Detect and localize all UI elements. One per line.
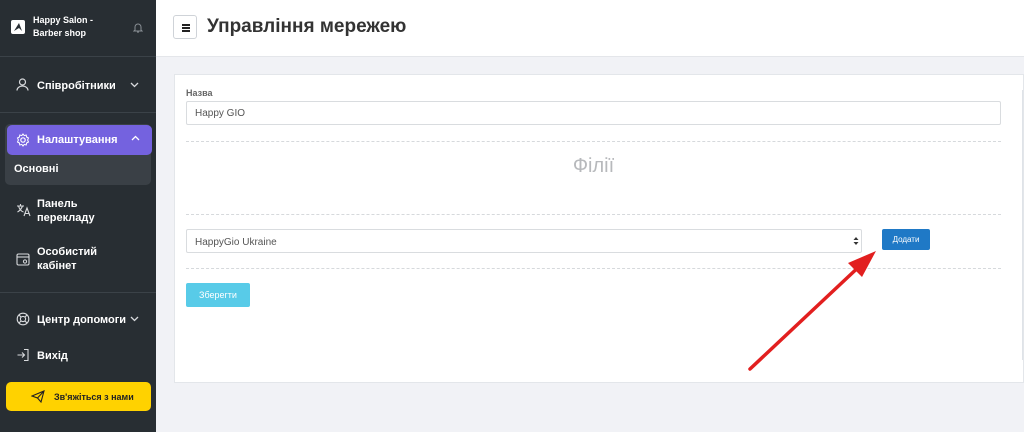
- name-field-label: Назва: [186, 88, 213, 98]
- chevron-down-icon: [130, 316, 139, 322]
- sidebar-item-label: Вихід: [37, 350, 68, 362]
- brand-name: Happy Salon - Barber shop: [33, 15, 94, 38]
- sidebar-item-cabinet[interactable]: Особистий кабінет: [0, 244, 156, 276]
- divider: [0, 112, 156, 113]
- hamburger-icon: [182, 24, 190, 26]
- sidebar-item-help-center[interactable]: Центр допомоги: [0, 311, 156, 329]
- sidebar: Happy Salon - Barber shop Співробітники …: [0, 0, 156, 432]
- translate-icon: [17, 204, 31, 217]
- person-icon: [16, 78, 29, 91]
- name-input[interactable]: [186, 101, 1001, 125]
- chevron-down-icon: [130, 82, 139, 88]
- contact-us-button[interactable]: Зв'яжіться з нами: [6, 382, 151, 411]
- divider: [0, 292, 156, 293]
- settings-group: Налаштування Основні: [5, 124, 152, 185]
- divider: [186, 141, 1001, 142]
- annotation-arrow-icon: [748, 251, 876, 371]
- sidebar-subitem-main[interactable]: Основні: [14, 163, 59, 175]
- top-header: Управління мережею: [156, 0, 1024, 57]
- branch-select-value: HappyGio Ukraine: [195, 237, 277, 248]
- logout-icon: [17, 348, 29, 362]
- sidebar-item-translation[interactable]: Панель перекладу: [0, 195, 156, 227]
- scroll-edge: [1022, 90, 1023, 360]
- chevron-up-icon: [131, 135, 140, 141]
- logo-icon: [11, 20, 25, 34]
- sidebar-item-label: Співробітники: [37, 80, 116, 92]
- gear-icon: [16, 133, 30, 147]
- sidebar-item-label: Панель перекладу: [37, 198, 95, 224]
- select-arrows-icon: [853, 237, 859, 245]
- send-icon: [31, 390, 45, 403]
- branches-heading: Філії: [572, 155, 615, 177]
- sidebar-item-label: Особистий кабінет: [37, 246, 97, 272]
- menu-toggle-button[interactable]: [173, 15, 197, 39]
- hamburger-icon-line: [182, 30, 190, 32]
- sidebar-item-employees[interactable]: Співробітники: [0, 77, 156, 95]
- hamburger-icon-line: [182, 27, 190, 29]
- cabinet-icon: [16, 253, 30, 266]
- save-button[interactable]: Зберегти: [186, 283, 250, 307]
- sidebar-item-label: Налаштування: [37, 134, 118, 146]
- page-title: Управління мережею: [207, 16, 407, 37]
- bell-icon[interactable]: [133, 22, 143, 33]
- divider: [186, 214, 1001, 215]
- sidebar-item-label: Центр допомоги: [37, 314, 127, 326]
- network-form-card: Назва Філії HappyGio Ukraine Додати Збер…: [174, 74, 1024, 383]
- contact-us-label: Зв'яжіться з нами: [54, 392, 134, 402]
- sidebar-item-logout[interactable]: Вихід: [0, 347, 156, 365]
- lifebuoy-icon: [16, 312, 30, 326]
- sidebar-item-settings[interactable]: Налаштування: [7, 125, 152, 155]
- brand-header: Happy Salon - Barber shop: [0, 0, 156, 56]
- add-branch-button[interactable]: Додати: [882, 229, 930, 250]
- divider: [0, 56, 156, 57]
